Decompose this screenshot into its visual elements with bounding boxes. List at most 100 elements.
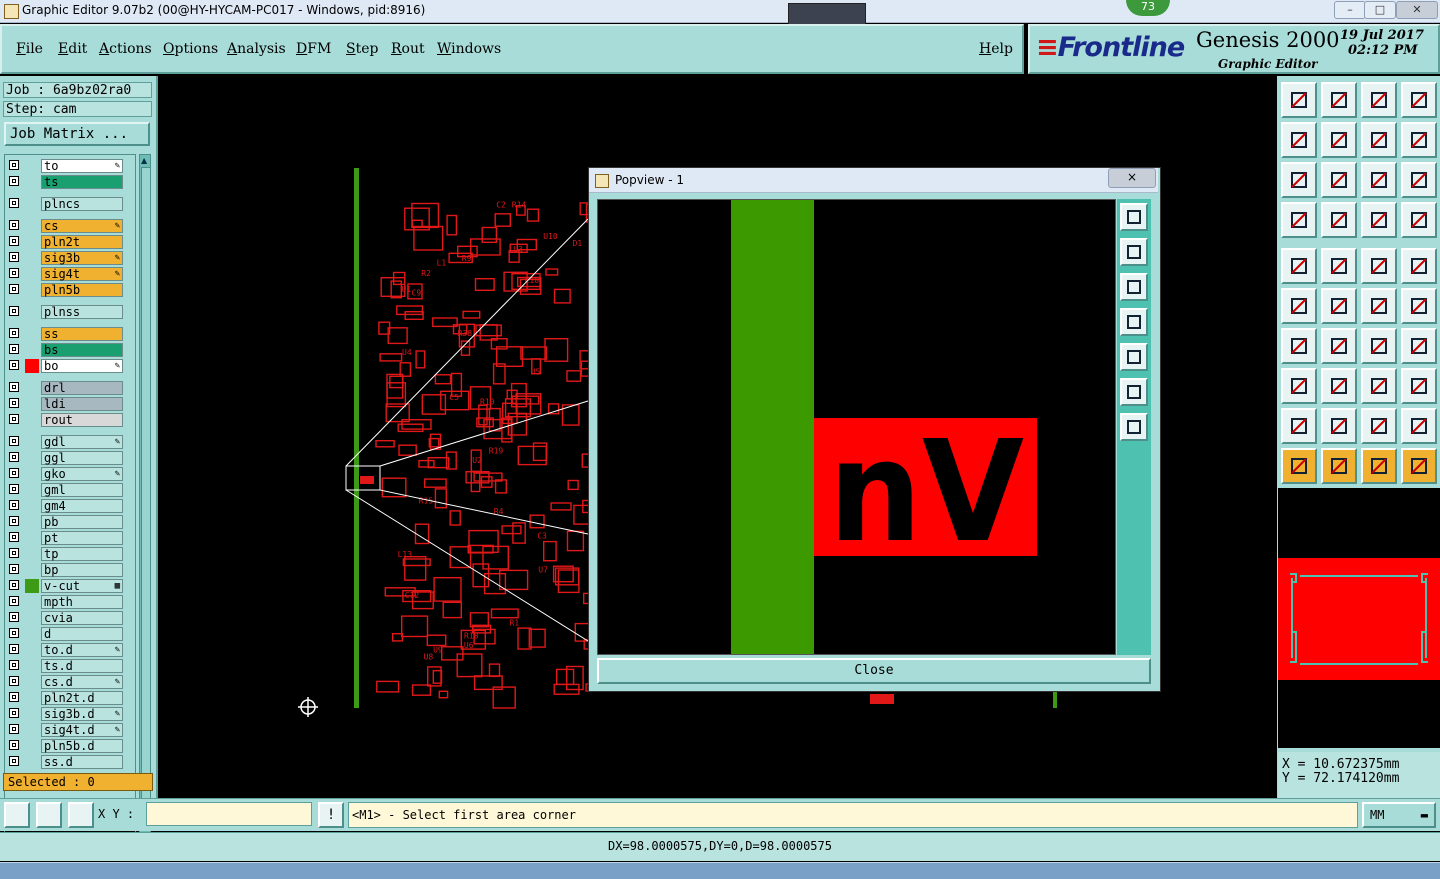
multi-select-icon[interactable] xyxy=(1401,448,1437,484)
layer-checkbox[interactable] xyxy=(9,628,19,638)
menu-rout[interactable]: Rout xyxy=(391,41,425,57)
layer-checkbox[interactable] xyxy=(9,252,19,262)
layer-row-cs[interactable]: cs ✎ xyxy=(5,219,135,233)
popview-canvas[interactable]: nV xyxy=(597,199,1116,655)
scale-1to2-icon[interactable] xyxy=(1361,162,1397,198)
zoom-area-icon[interactable] xyxy=(4,802,30,828)
popview-titlebar[interactable]: Popview - 1 xyxy=(589,168,1158,193)
layer-name[interactable]: gm4 xyxy=(41,499,123,513)
menu-help[interactable]: Help xyxy=(979,41,1013,57)
pop-right-icon[interactable] xyxy=(1120,343,1148,371)
layer-checkbox[interactable] xyxy=(9,268,19,278)
zoom-fit-icon[interactable] xyxy=(1281,162,1317,198)
layer-color-swatch[interactable] xyxy=(25,327,39,341)
cross-icon[interactable] xyxy=(1321,288,1357,324)
layer-name[interactable]: sig4t ✎ xyxy=(41,267,123,281)
layer-row-pb[interactable]: pb xyxy=(5,515,135,529)
menu-options[interactable]: Options xyxy=(163,41,218,57)
pop-zoom-out-icon[interactable] xyxy=(1120,413,1148,441)
layer-color-swatch[interactable] xyxy=(25,397,39,411)
layer-checkbox[interactable] xyxy=(9,176,19,186)
arc-icon[interactable] xyxy=(1361,408,1397,444)
triangle-icon[interactable] xyxy=(1281,408,1317,444)
layer-color-swatch[interactable] xyxy=(25,175,39,189)
layer-name[interactable]: ss xyxy=(41,327,123,341)
grid-icon[interactable] xyxy=(68,802,94,828)
draw-line-icon[interactable] xyxy=(1321,248,1357,284)
layer-color-swatch[interactable] xyxy=(25,413,39,427)
layer-row-sig4t.d[interactable]: sig4t.d ✎ xyxy=(5,723,135,737)
snap-icon[interactable] xyxy=(1321,202,1357,238)
measure-angle-icon[interactable] xyxy=(1401,408,1437,444)
layer-row-pt[interactable]: pt xyxy=(5,531,135,545)
layer-row-gm4[interactable]: gm4 xyxy=(5,499,135,513)
layer-swap-icon[interactable] xyxy=(1401,202,1437,238)
move-icon[interactable] xyxy=(1281,368,1317,404)
layer-checkbox[interactable] xyxy=(9,516,19,526)
layer-color-swatch[interactable] xyxy=(25,627,39,641)
layer-color-swatch[interactable] xyxy=(25,595,39,609)
layer-name[interactable]: cs.d ✎ xyxy=(41,675,123,689)
layer-row-sig3b[interactable]: sig3b ✎ xyxy=(5,251,135,265)
settings-icon[interactable] xyxy=(1281,202,1317,238)
layer-name[interactable]: sig3b.d ✎ xyxy=(41,707,123,721)
layer-name[interactable]: tp xyxy=(41,547,123,561)
layer-color-swatch[interactable] xyxy=(25,691,39,705)
layer-name[interactable]: ts xyxy=(41,175,123,189)
layer-checkbox[interactable] xyxy=(9,596,19,606)
layer-checkbox[interactable] xyxy=(9,236,19,246)
pan-right-icon[interactable] xyxy=(1321,122,1357,158)
layer-color-swatch[interactable] xyxy=(25,435,39,449)
layer-color-swatch[interactable] xyxy=(25,451,39,465)
layer-row-ts[interactable]: ts xyxy=(5,175,135,189)
scroll-up-icon[interactable]: ▲ xyxy=(141,157,149,165)
popview-close-x[interactable]: × xyxy=(1108,168,1156,188)
notification-badge[interactable]: 73 xyxy=(1126,0,1170,16)
layer-color-swatch[interactable] xyxy=(25,643,39,657)
layer-checkbox[interactable] xyxy=(9,360,19,370)
pan-icon[interactable] xyxy=(1361,368,1397,404)
triangle-up-icon[interactable] xyxy=(1321,408,1357,444)
layer-name[interactable]: gdl ✎ xyxy=(41,435,123,449)
layer-color-swatch[interactable] xyxy=(25,579,39,593)
layer-checkbox[interactable] xyxy=(9,220,19,230)
layer-checkbox[interactable] xyxy=(9,532,19,542)
layer-color-swatch[interactable] xyxy=(25,659,39,673)
layer-row-ldi[interactable]: ldi xyxy=(5,397,135,411)
layer-color-swatch[interactable] xyxy=(25,343,39,357)
layer-row-d[interactable]: d xyxy=(5,627,135,641)
layer-name[interactable]: cvia xyxy=(41,611,123,625)
layer-row-ggl[interactable]: ggl xyxy=(5,451,135,465)
layer-name[interactable]: ts.d xyxy=(41,659,123,673)
layer-checkbox[interactable] xyxy=(9,160,19,170)
select-pointer-icon[interactable] xyxy=(1321,448,1357,484)
layer-checkbox[interactable] xyxy=(9,580,19,590)
menu-analysis[interactable]: Analysis xyxy=(227,41,286,57)
layer-checkbox[interactable] xyxy=(9,484,19,494)
layer-name[interactable]: to ✎ xyxy=(41,159,123,173)
split-view-icon[interactable] xyxy=(1401,82,1437,118)
layer-checkbox[interactable] xyxy=(9,756,19,766)
layer-name[interactable]: pln5b xyxy=(41,283,123,297)
layer-color-swatch[interactable] xyxy=(25,675,39,689)
layer-row-cs.d[interactable]: cs.d ✎ xyxy=(5,675,135,689)
pop-fit-icon[interactable] xyxy=(1120,203,1148,231)
layer-checkbox[interactable] xyxy=(9,548,19,558)
layer-color-swatch[interactable] xyxy=(25,515,39,529)
layer-name[interactable]: pb xyxy=(41,515,123,529)
layer-name[interactable]: pln2t.d xyxy=(41,691,123,705)
layer-name[interactable]: plnss xyxy=(41,305,123,319)
layer-row-gdl[interactable]: gdl ✎ xyxy=(5,435,135,449)
layer-color-swatch[interactable] xyxy=(25,235,39,249)
layer-checkbox[interactable] xyxy=(9,500,19,510)
layer-name[interactable]: drl xyxy=(41,381,123,395)
split-icon[interactable] xyxy=(1321,368,1357,404)
maximize-button[interactable]: □ xyxy=(1364,1,1396,19)
layer-checkbox[interactable] xyxy=(9,328,19,338)
layer-row-mpth[interactable]: mpth xyxy=(5,595,135,609)
layer-color-swatch[interactable] xyxy=(25,359,39,373)
layer-row-bs[interactable]: bs xyxy=(5,343,135,357)
layer-checkbox[interactable] xyxy=(9,660,19,670)
layer-name[interactable]: bp xyxy=(41,563,123,577)
layer-row-tp[interactable]: tp xyxy=(5,547,135,561)
